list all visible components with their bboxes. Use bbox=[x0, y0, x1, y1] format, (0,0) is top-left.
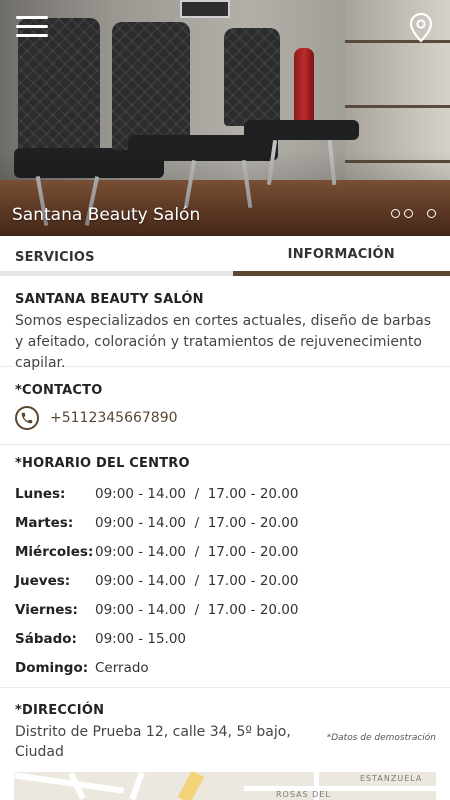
schedule-table: Lunes: 09:00 - 14.00 / 17.00 - 20.00 Mart… bbox=[15, 479, 298, 682]
hero-shelf-line bbox=[345, 40, 450, 43]
schedule-row: Lunes: 09:00 - 14.00 / 17.00 - 20.00 bbox=[15, 479, 298, 508]
schedule-row: Sábado: 09:00 - 15.00 bbox=[15, 624, 298, 653]
schedule-row: Martes: 09:00 - 14.00 / 17.00 - 20.00 bbox=[15, 508, 298, 537]
schedule-row: Domingo: Cerrado bbox=[15, 653, 298, 682]
map-road bbox=[244, 786, 436, 791]
schedule-hours: Cerrado bbox=[95, 659, 149, 676]
map-label: ROSAS DEL bbox=[276, 790, 331, 799]
hero-shelf-line bbox=[345, 105, 450, 108]
contact-title: *CONTACTO bbox=[15, 383, 103, 398]
tab-informacion[interactable]: INFORMACIÓN bbox=[232, 236, 450, 276]
schedule-day: Miércoles: bbox=[15, 543, 94, 560]
map-main-road bbox=[177, 772, 205, 800]
location-map[interactable]: ESTANZUELA ROSAS DEL bbox=[14, 772, 436, 800]
hero-title: Santana Beauty Salón bbox=[12, 205, 201, 225]
schedule-row: Jueves: 09:00 - 14.00 / 17.00 - 20.00 bbox=[15, 566, 298, 595]
schedule-hours: 09:00 - 14.00 / 17.00 - 20.00 bbox=[95, 514, 299, 531]
schedule-day: Martes: bbox=[15, 514, 74, 531]
address-title: *DIRECCIÓN bbox=[15, 703, 105, 718]
tab-label: SERVICIOS bbox=[15, 249, 95, 265]
schedule-title: *HORARIO DEL CENTRO bbox=[15, 456, 190, 471]
phone-icon[interactable] bbox=[15, 406, 39, 430]
schedule-day: Domingo: bbox=[15, 659, 89, 676]
schedule-row: Viernes: 09:00 - 14.00 / 17.00 - 20.00 bbox=[15, 595, 298, 624]
slide-dot[interactable] bbox=[427, 209, 436, 218]
slide-dot[interactable] bbox=[391, 209, 400, 218]
contact-section: *CONTACTO +5112345667890 bbox=[0, 367, 450, 445]
demo-data-note: *Datos de demostración bbox=[326, 733, 436, 743]
hero-chair bbox=[224, 28, 280, 126]
schedule-hours: 09:00 - 14.00 / 17.00 - 20.00 bbox=[95, 572, 299, 589]
schedule-hours: 09:00 - 14.00 / 17.00 - 20.00 bbox=[95, 543, 299, 560]
schedule-day: Jueves: bbox=[15, 572, 71, 589]
hero-chair bbox=[18, 18, 100, 158]
hero-extinguisher bbox=[294, 48, 314, 128]
hero-image: Santana Beauty Salón bbox=[0, 0, 450, 236]
schedule-section: *HORARIO DEL CENTRO Lunes: 09:00 - 14.00 … bbox=[0, 445, 450, 688]
schedule-hours: 09:00 - 15.00 bbox=[95, 630, 187, 647]
map-road bbox=[129, 772, 145, 800]
hero-chair-seat bbox=[244, 120, 359, 140]
tab-label: INFORMACIÓN bbox=[287, 246, 395, 262]
hero-picture-frame bbox=[180, 0, 230, 18]
tab-indicator bbox=[0, 271, 233, 276]
address-text: Distrito de Prueba 12, calle 34, 5º bajo… bbox=[15, 724, 291, 760]
slide-dot[interactable] bbox=[404, 209, 413, 218]
tab-bar: SERVICIOS INFORMACIÓN bbox=[0, 236, 450, 276]
schedule-day: Lunes: bbox=[15, 485, 66, 502]
phone-row[interactable]: +5112345667890 bbox=[15, 406, 435, 430]
phone-number-link[interactable]: +5112345667890 bbox=[50, 410, 178, 426]
hamburger-menu-icon[interactable] bbox=[16, 16, 48, 38]
about-description: Somos especializados en cortes actuales,… bbox=[15, 313, 432, 371]
schedule-hours: 09:00 - 14.00 / 17.00 - 20.00 bbox=[95, 601, 299, 618]
location-pin-icon[interactable] bbox=[408, 12, 434, 44]
schedule-hours: 09:00 - 14.00 / 17.00 - 20.00 bbox=[95, 485, 299, 502]
map-label: ESTANZUELA bbox=[360, 774, 423, 783]
schedule-day: Viernes: bbox=[15, 601, 78, 618]
slide-indicator bbox=[391, 209, 436, 219]
tab-indicator bbox=[232, 271, 450, 276]
about-title: SANTANA BEAUTY SALÓN bbox=[15, 292, 204, 307]
schedule-row: Miércoles: 09:00 - 14.00 / 17.00 - 20.00 bbox=[15, 537, 298, 566]
hero-chair bbox=[112, 22, 190, 150]
about-section: SANTANA BEAUTY SALÓN Somos especializado… bbox=[0, 284, 450, 371]
tab-servicios[interactable]: SERVICIOS bbox=[0, 236, 233, 276]
schedule-day: Sábado: bbox=[15, 630, 77, 647]
address-section: *DIRECCIÓN Distrito de Prueba 12, calle … bbox=[0, 688, 450, 772]
